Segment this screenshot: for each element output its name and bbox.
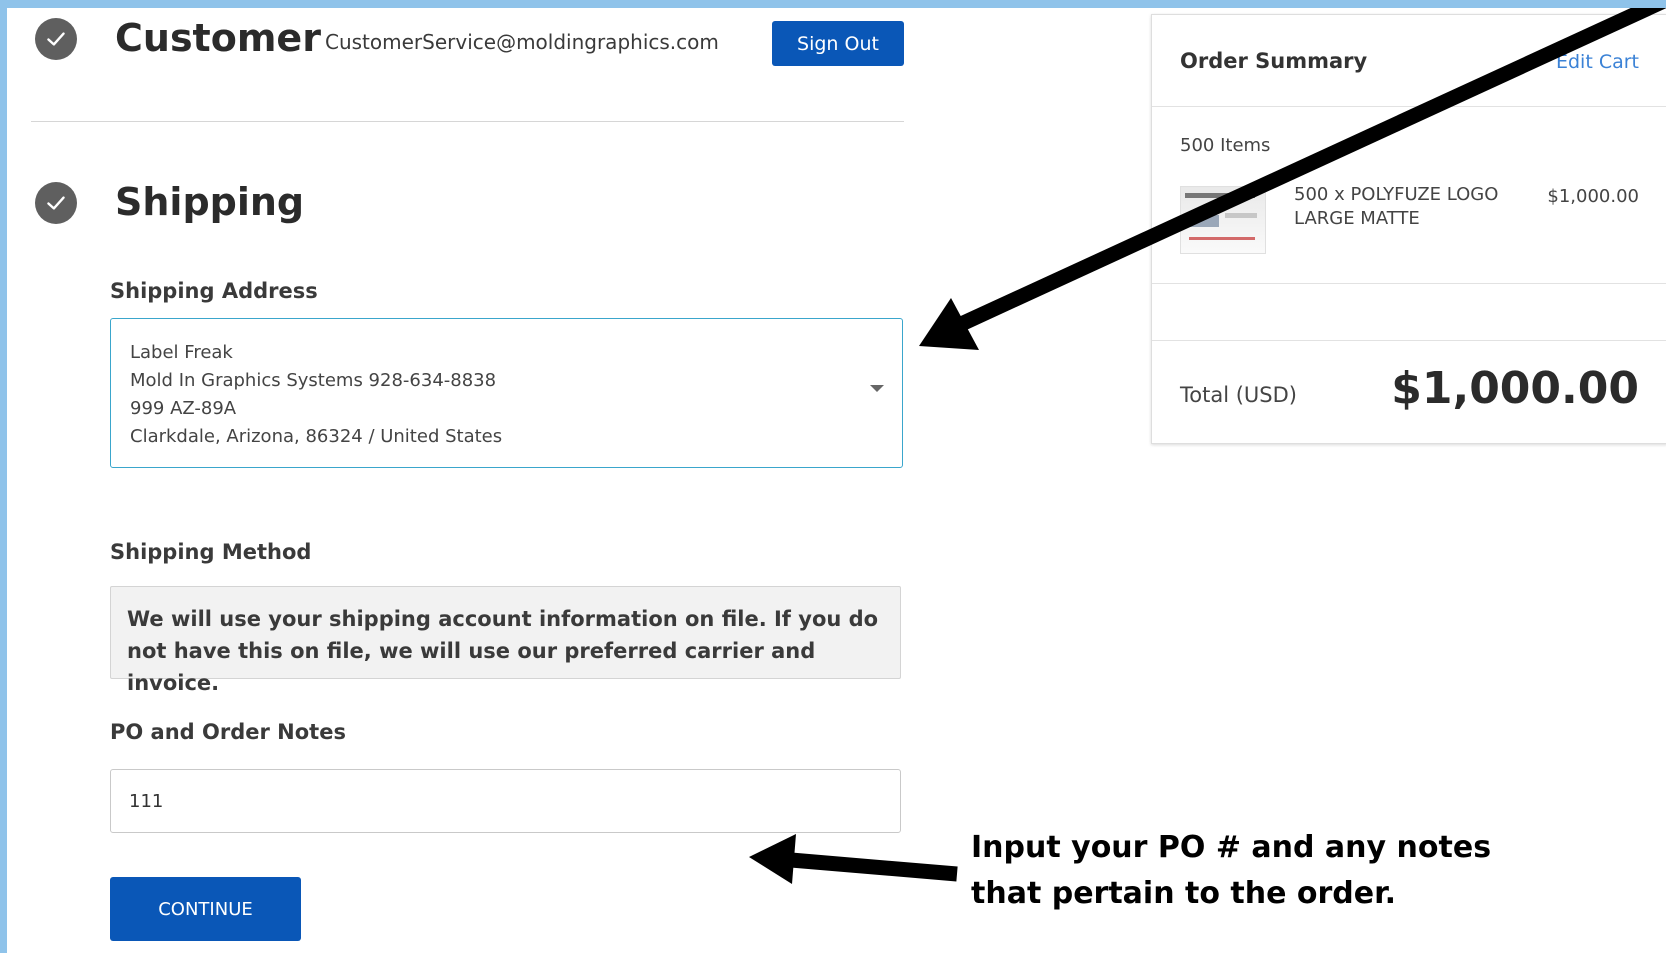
shipping-address-label: Shipping Address (110, 279, 318, 303)
continue-button[interactable]: CONTINUE (110, 877, 301, 941)
arrow-annotation-bottom (749, 834, 958, 884)
summary-divider (1152, 283, 1666, 284)
product-thumbnail (1180, 186, 1266, 254)
shipping-step-check-icon (35, 182, 77, 224)
po-notes-label: PO and Order Notes (110, 720, 346, 744)
shipping-step-title: Shipping (115, 180, 305, 224)
total-value: $1,000.00 (1391, 363, 1639, 414)
address-line: 999 AZ-89A (130, 398, 237, 419)
item-price: $1,000.00 (1547, 186, 1639, 207)
annotation-text: Input your PO # and any notes that perta… (971, 825, 1491, 917)
annotation-line: Input your PO # and any notes (971, 830, 1492, 865)
po-notes-input[interactable] (110, 769, 901, 833)
item-name: 500 x POLYFUZE LOGO LARGE MATTE (1294, 184, 1499, 229)
sign-out-button[interactable]: Sign Out (772, 21, 904, 66)
shipping-method-label: Shipping Method (110, 540, 312, 564)
shipping-address-select[interactable]: Label Freak Mold In Graphics Systems 928… (110, 318, 903, 468)
order-summary-title: Order Summary (1180, 49, 1368, 73)
address-line: Label Freak (130, 342, 233, 363)
summary-divider (1152, 340, 1666, 341)
order-summary-panel: Order Summary Edit Cart 500 Items 500 x … (1151, 14, 1666, 444)
shipping-method-message: We will use your shipping account inform… (110, 586, 901, 695)
total-label: Total (USD) (1180, 383, 1297, 407)
section-divider (31, 121, 904, 122)
annotation-line: that pertain to the order. (971, 876, 1397, 911)
caret-down-icon (870, 385, 884, 392)
customer-email: CustomerService@moldingraphics.com (325, 30, 719, 54)
address-line: Mold In Graphics Systems 928-634-8838 (130, 370, 497, 391)
customer-step-check-icon (35, 18, 77, 60)
edit-cart-link[interactable]: Edit Cart (1556, 51, 1639, 73)
items-count: 500 Items (1180, 135, 1271, 156)
address-line: Clarkdale, Arizona, 86324 / United State… (130, 426, 503, 447)
address-lines: Label Freak Mold In Graphics Systems 928… (130, 339, 502, 451)
checkout-page: Customer CustomerService@moldingraphics.… (7, 8, 1666, 953)
customer-step-title: Customer (115, 16, 321, 60)
summary-divider (1152, 106, 1666, 107)
